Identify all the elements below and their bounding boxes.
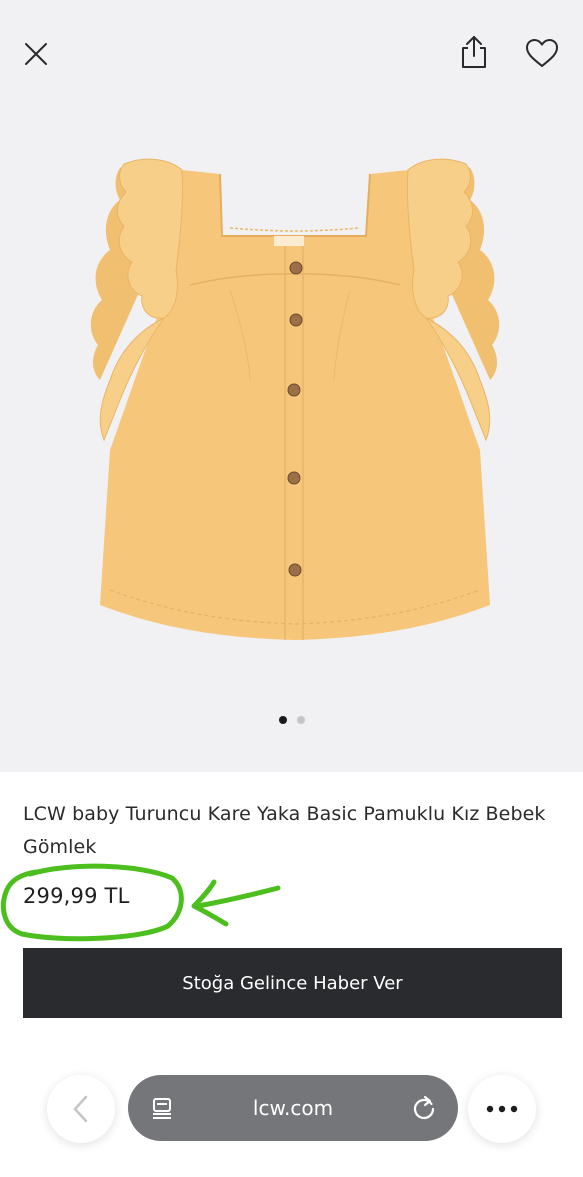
more-icon [486, 1105, 518, 1113]
gallery-pagination[interactable] [0, 716, 583, 724]
close-button[interactable] [16, 34, 56, 74]
share-button[interactable] [452, 30, 496, 74]
product-title: LCW baby Turuncu Kare Yaka Basic Pamuklu… [23, 803, 546, 858]
reload-icon [413, 1095, 435, 1120]
reader-button[interactable] [150, 1096, 174, 1120]
reader-icon [153, 1098, 171, 1119]
favorite-button[interactable] [520, 31, 564, 75]
product-price: 299,99 TL [23, 884, 130, 908]
heart-icon [526, 39, 558, 67]
gallery-dot-2[interactable] [296, 716, 305, 724]
product-image-area[interactable] [0, 0, 583, 772]
more-options-button[interactable] [468, 1075, 536, 1143]
share-icon [462, 36, 486, 68]
gallery-dot-1[interactable] [278, 716, 287, 724]
back-button[interactable] [47, 1075, 115, 1143]
product-photo [80, 150, 510, 670]
address-bar[interactable]: lcw.com [128, 1075, 458, 1141]
close-icon [25, 43, 47, 65]
url-text: lcw.com [252, 1096, 334, 1120]
notify-when-in-stock-button[interactable]: Stoğa Gelince Haber Ver [23, 948, 562, 1018]
chevron-left-icon [73, 1095, 88, 1123]
reload-button[interactable] [410, 1094, 438, 1122]
